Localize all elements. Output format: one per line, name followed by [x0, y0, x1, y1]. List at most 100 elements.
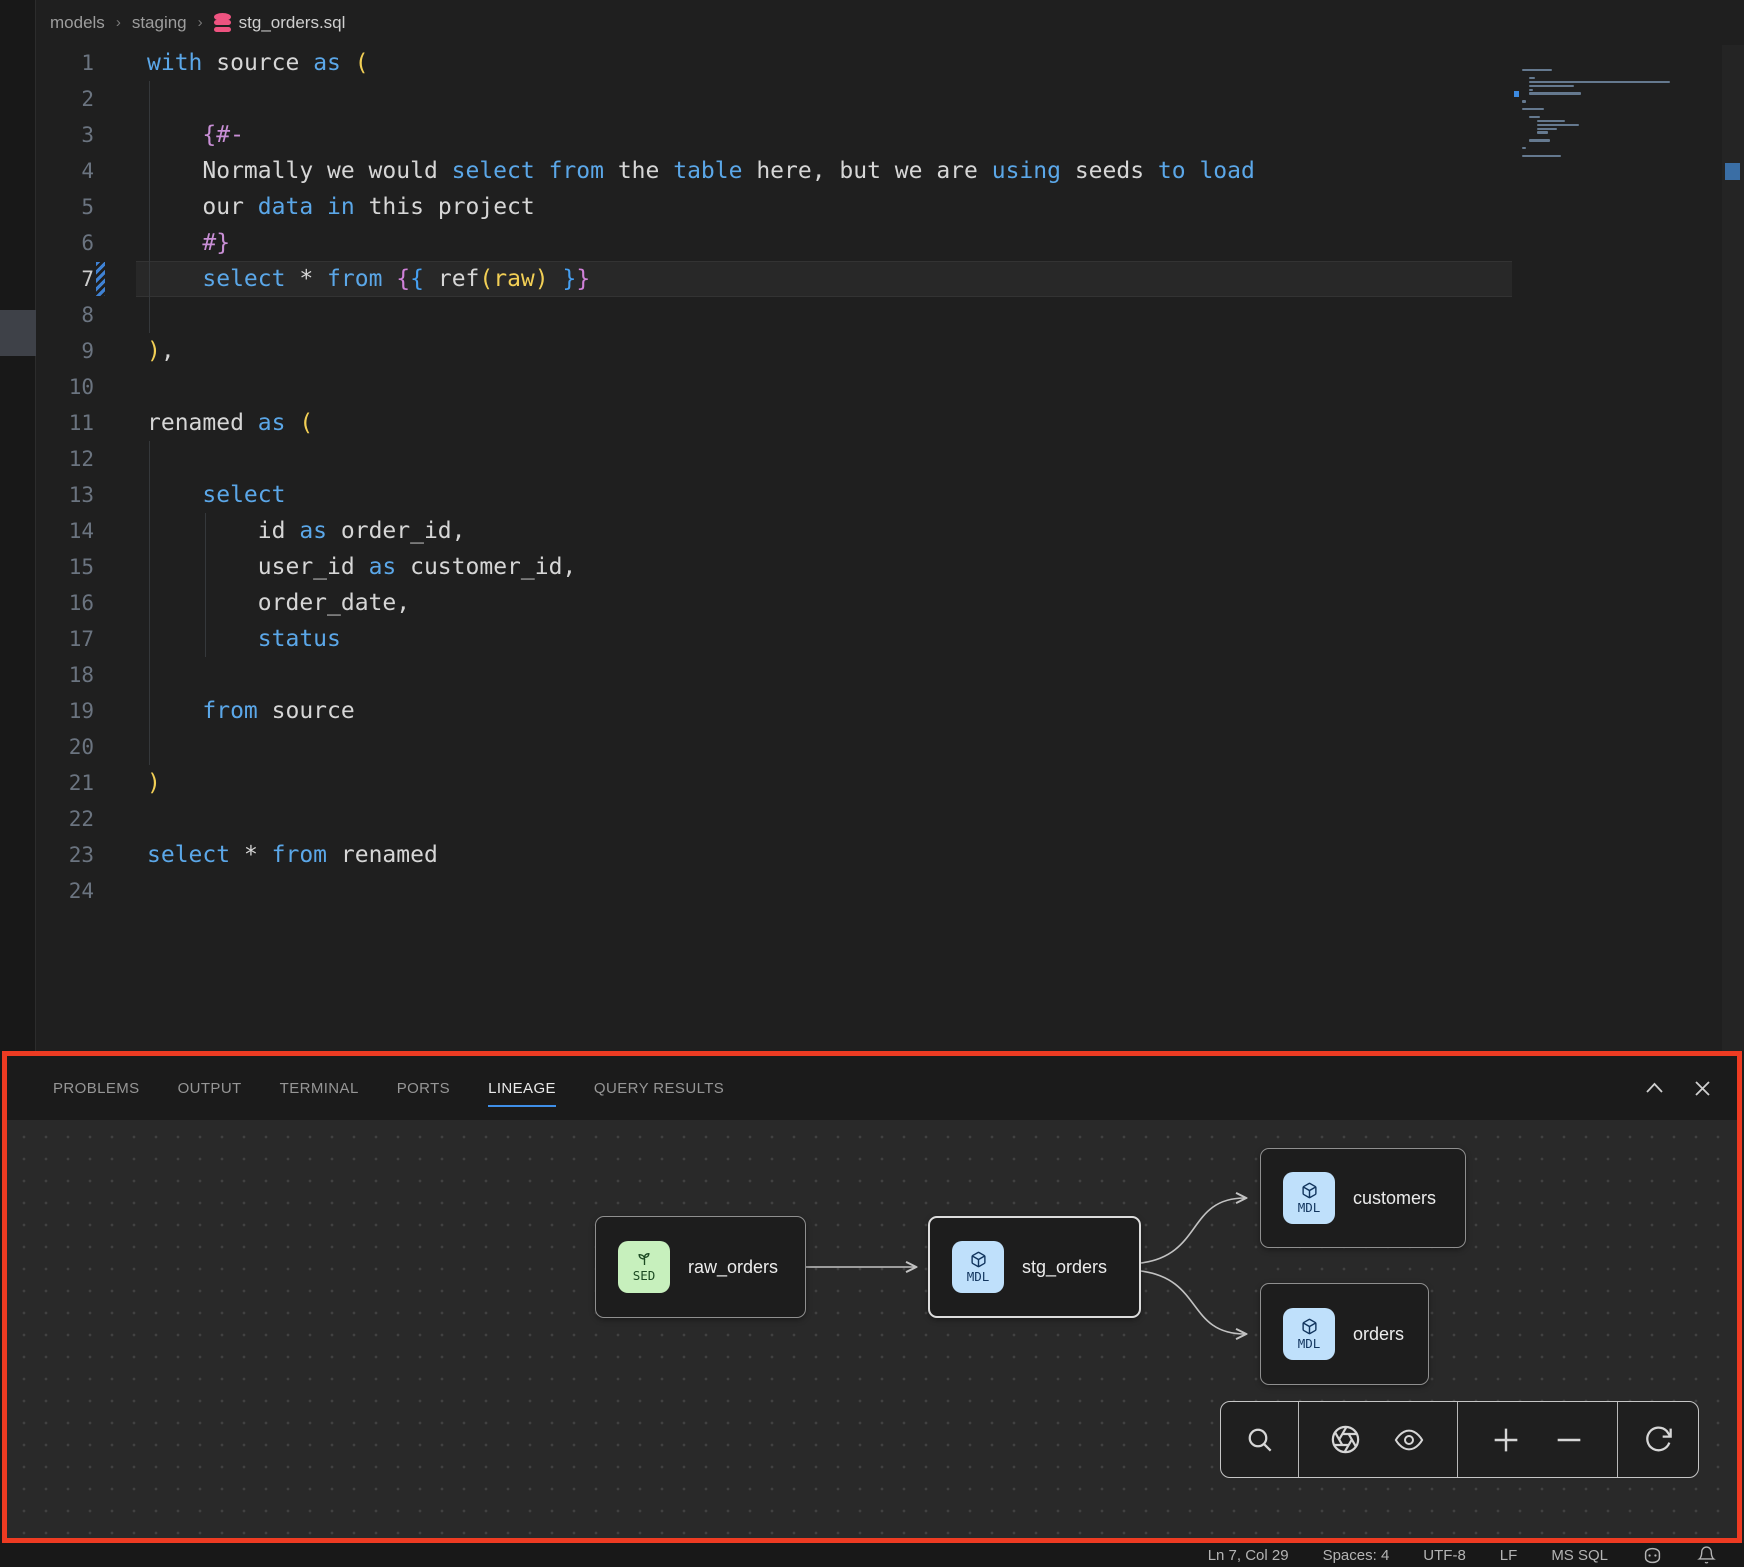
status-encoding[interactable]: UTF-8 [1423, 1547, 1466, 1564]
code-line[interactable]: 20 [36, 729, 1744, 765]
aperture-icon[interactable] [1329, 1423, 1362, 1456]
cube-icon [1301, 1182, 1318, 1199]
code-line[interactable]: 7 select * from {{ ref(raw) }} [36, 261, 1744, 297]
lineage-node-raw-orders[interactable]: SED raw_orders [595, 1216, 806, 1318]
code-line[interactable]: 24 [36, 873, 1744, 909]
code-line[interactable]: 14 id as order_id, [36, 513, 1744, 549]
minimap-line [1537, 131, 1548, 133]
code-line[interactable]: 1with source as ( [36, 45, 1744, 81]
line-number: 16 [36, 585, 94, 621]
minimap-line [1522, 147, 1526, 149]
line-number: 23 [36, 837, 94, 873]
minimap-line [1537, 124, 1580, 126]
line-content [94, 81, 147, 117]
line-number: 19 [36, 693, 94, 729]
line-number: 11 [36, 405, 94, 441]
status-cursor-position[interactable]: Ln 7, Col 29 [1208, 1547, 1289, 1564]
lineage-node-customers[interactable]: MDL customers [1260, 1148, 1466, 1248]
sidebar-drag-handle[interactable] [0, 310, 36, 356]
minimap-line [1529, 77, 1535, 79]
line-number: 14 [36, 513, 94, 549]
breadcrumb: models › staging › stg_orders.sql [36, 0, 1744, 45]
code-line[interactable]: 11renamed as ( [36, 405, 1744, 441]
bell-icon[interactable] [1697, 1545, 1716, 1565]
code-line[interactable]: 12 [36, 441, 1744, 477]
line-content: with source as ( [94, 45, 369, 81]
panel-tab-lineage[interactable]: LINEAGE [488, 1056, 556, 1120]
lineage-node-stg-orders[interactable]: MDL stg_orders [928, 1216, 1141, 1318]
status-indentation[interactable]: Spaces: 4 [1323, 1547, 1390, 1564]
panel-tab-terminal[interactable]: TERMINAL [280, 1056, 359, 1120]
status-eol[interactable]: LF [1500, 1547, 1518, 1564]
code-line[interactable]: 13 select [36, 477, 1744, 513]
line-content [94, 801, 147, 837]
status-bar: Ln 7, Col 29 Spaces: 4 UTF-8 LF MS SQL [0, 1543, 1744, 1567]
panel-actions [1645, 1056, 1711, 1120]
code-line[interactable]: 3 {#- [36, 117, 1744, 153]
zoom-out-icon[interactable] [1553, 1424, 1585, 1456]
cube-icon [970, 1251, 987, 1268]
minimap-line [1537, 128, 1557, 130]
panel-tab-output[interactable]: OUTPUT [178, 1056, 242, 1120]
line-content: ) [94, 765, 161, 801]
database-icon [214, 13, 231, 32]
code-line[interactable]: 5 our data in this project [36, 189, 1744, 225]
panel-tab-ports[interactable]: PORTS [397, 1056, 450, 1120]
code-line[interactable]: 23select * from renamed [36, 837, 1744, 873]
code-line[interactable]: 9), [36, 333, 1744, 369]
model-badge: MDL [1283, 1172, 1335, 1224]
copilot-icon[interactable] [1642, 1546, 1663, 1565]
breadcrumb-item-models[interactable]: models [50, 13, 105, 33]
modified-line-gutter-marker [96, 262, 105, 296]
lineage-node-orders[interactable]: MDL orders [1260, 1283, 1429, 1385]
line-number: 17 [36, 621, 94, 657]
code-line[interactable]: 19 from source [36, 693, 1744, 729]
lineage-canvas[interactable]: SED raw_orders MDL stg_orders MDL custom… [7, 1120, 1737, 1538]
refresh-icon[interactable] [1642, 1424, 1674, 1456]
node-label: raw_orders [688, 1257, 778, 1278]
zoom-in-icon[interactable] [1490, 1424, 1522, 1456]
line-number: 1 [36, 45, 94, 81]
line-number: 2 [36, 81, 94, 117]
minimap-line [1529, 81, 1670, 83]
status-language[interactable]: MS SQL [1551, 1547, 1608, 1564]
close-icon[interactable] [1694, 1080, 1711, 1097]
panel-tab-problems[interactable]: PROBLEMS [53, 1056, 140, 1120]
code-line[interactable]: 4 Normally we would select from the tabl… [36, 153, 1744, 189]
node-label: orders [1353, 1324, 1404, 1345]
overview-ruler[interactable] [1722, 45, 1744, 1051]
code-line[interactable]: 15 user_id as customer_id, [36, 549, 1744, 585]
code-line[interactable]: 6 #} [36, 225, 1744, 261]
line-content [94, 297, 147, 333]
line-content: {#- [94, 117, 244, 153]
line-number: 18 [36, 657, 94, 693]
line-content [94, 441, 147, 477]
search-icon[interactable] [1244, 1424, 1276, 1456]
code-line[interactable]: 21) [36, 765, 1744, 801]
chevron-up-icon[interactable] [1645, 1082, 1664, 1094]
line-content: Normally we would select from the table … [94, 153, 1255, 189]
code-line[interactable]: 16 order_date, [36, 585, 1744, 621]
code-line[interactable]: 8 [36, 297, 1744, 333]
code-editor[interactable]: 1with source as (23 {#-4 Normally we wou… [36, 45, 1744, 1051]
breadcrumb-item-staging[interactable]: staging [132, 13, 187, 33]
line-content: from source [94, 693, 355, 729]
line-number: 4 [36, 153, 94, 189]
minimap-line [1522, 69, 1552, 71]
minimap-line [1522, 100, 1526, 102]
line-number: 24 [36, 873, 94, 909]
eye-icon[interactable] [1391, 1425, 1427, 1455]
chevron-right-icon: › [116, 14, 121, 31]
code-line[interactable]: 17 status [36, 621, 1744, 657]
code-line[interactable]: 22 [36, 801, 1744, 837]
code-line[interactable]: 18 [36, 657, 1744, 693]
minimap[interactable] [1506, 69, 1711, 199]
model-badge: MDL [1283, 1308, 1335, 1360]
line-content: id as order_id, [94, 513, 466, 549]
code-line[interactable]: 10 [36, 369, 1744, 405]
line-content: select * from {{ ref(raw) }} [94, 261, 590, 297]
panel-tab-query-results[interactable]: QUERY RESULTS [594, 1056, 724, 1120]
code-line[interactable]: 2 [36, 81, 1744, 117]
line-content [94, 873, 147, 909]
breadcrumb-file-name[interactable]: stg_orders.sql [239, 13, 346, 33]
